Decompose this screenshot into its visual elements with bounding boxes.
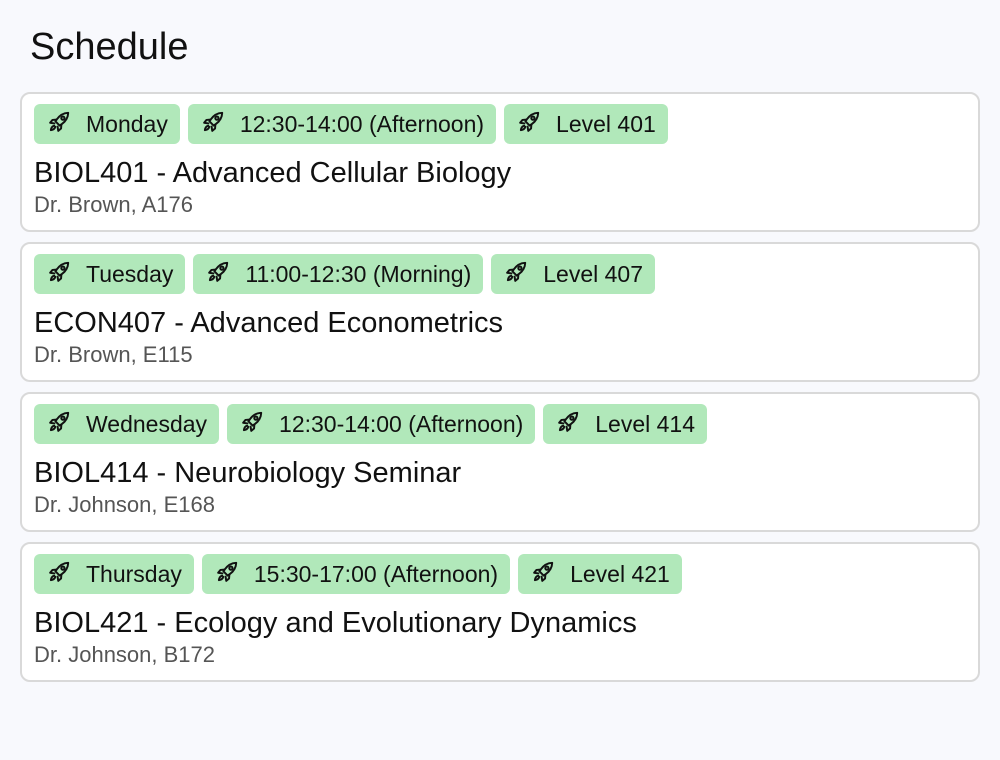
- rocket-icon: [555, 409, 581, 435]
- day-tag-label: Monday: [86, 110, 168, 137]
- time-tag-label: 15:30-17:00 (Afternoon): [253, 560, 499, 587]
- day-tag[interactable]: Thursday: [34, 554, 194, 594]
- course-card[interactable]: Monday 12:30-14:00 (Afternoon) Level 401…: [20, 92, 980, 232]
- time-tag-label: 12:30-14:00 (Afternoon): [239, 110, 485, 137]
- time-tag[interactable]: 12:30-14:00 (Afternoon): [227, 404, 536, 444]
- level-tag[interactable]: Level 414: [543, 404, 708, 444]
- tag-row: Tuesday 11:00-12:30 (Morning) Level 407: [34, 254, 966, 294]
- time-tag-label: 12:30-14:00 (Afternoon): [279, 410, 524, 437]
- tag-row: Monday 12:30-14:00 (Afternoon) Level 401: [34, 104, 966, 144]
- time-tag-label: 11:00-12:30 (Morning): [245, 260, 472, 287]
- rocket-icon: [200, 109, 226, 135]
- time-tag[interactable]: 15:30-17:00 (Afternoon): [201, 554, 511, 594]
- level-tag-label: Level 421: [570, 560, 670, 587]
- course-title: BIOL401 - Advanced Cellular Biology: [34, 157, 512, 189]
- course-instructor-room: Dr. Brown, E115: [34, 342, 193, 367]
- day-tag-label: Tuesday: [86, 260, 174, 287]
- course-title: BIOL414 - Neurobiology Seminar: [34, 457, 462, 489]
- rocket-icon: [46, 559, 72, 585]
- rocket-icon: [503, 259, 529, 285]
- level-tag[interactable]: Level 407: [491, 254, 655, 294]
- rocket-icon: [214, 559, 240, 585]
- day-tag[interactable]: Tuesday: [34, 254, 186, 294]
- rocket-icon: [205, 259, 231, 285]
- course-list: Monday 12:30-14:00 (Afternoon) Level 401…: [20, 92, 980, 692]
- day-tag[interactable]: Monday: [34, 104, 180, 144]
- day-tag-label: Thursday: [86, 560, 182, 587]
- rocket-icon: [530, 559, 556, 585]
- tag-row: Wednesday 12:30-14:00 (Afternoon) Level …: [34, 404, 966, 444]
- rocket-icon: [516, 109, 542, 135]
- rocket-icon: [239, 409, 265, 435]
- level-tag[interactable]: Level 401: [504, 104, 668, 144]
- level-tag-label: Level 407: [543, 260, 643, 287]
- rocket-icon: [46, 259, 72, 285]
- rocket-icon: [46, 109, 72, 135]
- tag-row: Thursday 15:30-17:00 (Afternoon) Level 4…: [34, 554, 966, 594]
- course-instructor-room: Dr. Johnson, E168: [34, 492, 216, 517]
- time-tag[interactable]: 11:00-12:30 (Morning): [193, 254, 484, 294]
- page-title: Schedule: [30, 26, 189, 68]
- course-instructor-room: Dr. Johnson, B172: [34, 642, 216, 667]
- course-card[interactable]: Thursday 15:30-17:00 (Afternoon) Level 4…: [20, 542, 980, 682]
- course-card[interactable]: Wednesday 12:30-14:00 (Afternoon) Level …: [20, 392, 980, 532]
- rocket-icon: [46, 409, 72, 435]
- course-instructor-room: Dr. Brown, A176: [34, 192, 193, 217]
- level-tag-label: Level 401: [556, 110, 656, 137]
- level-tag[interactable]: Level 421: [518, 554, 682, 594]
- course-card[interactable]: Tuesday 11:00-12:30 (Morning) Level 407 …: [20, 242, 980, 382]
- level-tag-label: Level 414: [595, 410, 696, 437]
- day-tag-label: Wednesday: [86, 410, 208, 437]
- time-tag[interactable]: 12:30-14:00 (Afternoon): [187, 104, 497, 144]
- course-title: ECON407 - Advanced Econometrics: [34, 307, 504, 339]
- day-tag[interactable]: Wednesday: [34, 404, 220, 444]
- course-title: BIOL421 - Ecology and Evolutionary Dynam…: [34, 607, 637, 639]
